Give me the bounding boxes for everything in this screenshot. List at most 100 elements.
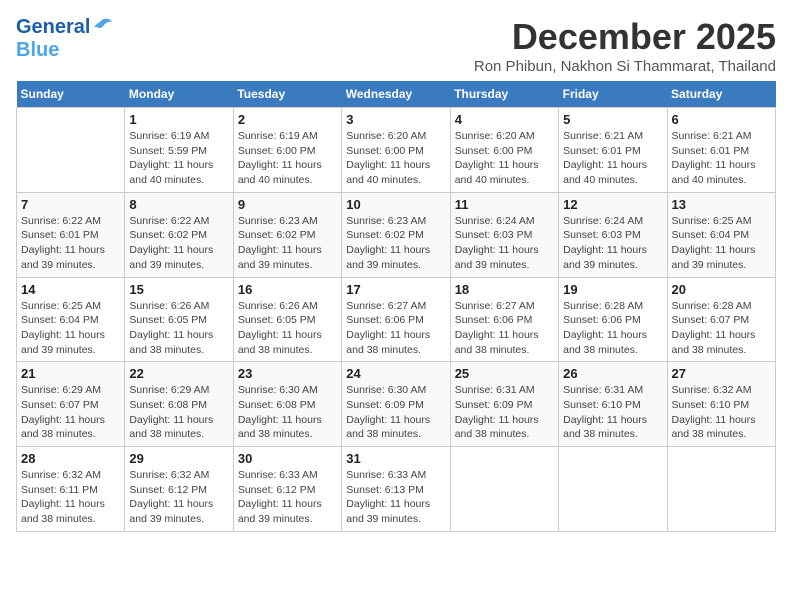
cell-sunrise: Sunrise: 6:21 AM — [563, 129, 662, 144]
table-row — [450, 447, 558, 532]
cell-sunset: Sunset: 6:01 PM — [672, 144, 771, 159]
cell-day-number: 1 — [129, 112, 228, 127]
calendar-week-row: 28 Sunrise: 6:32 AM Sunset: 6:11 PM Dayl… — [17, 447, 776, 532]
cell-daylight: Daylight: 11 hours and 39 minutes. — [238, 243, 337, 272]
cell-day-number: 5 — [563, 112, 662, 127]
calendar-week-row: 7 Sunrise: 6:22 AM Sunset: 6:01 PM Dayli… — [17, 192, 776, 277]
calendar-week-row: 1 Sunrise: 6:19 AM Sunset: 5:59 PM Dayli… — [17, 108, 776, 193]
page-wrapper: General Blue December 2025 Ron Phibun, N… — [16, 16, 776, 532]
cell-sunset: Sunset: 6:03 PM — [563, 228, 662, 243]
table-row: 30 Sunrise: 6:33 AM Sunset: 6:12 PM Dayl… — [233, 447, 341, 532]
cell-day-number: 23 — [238, 366, 337, 381]
cell-sunset: Sunset: 6:09 PM — [346, 398, 445, 413]
table-row — [17, 108, 125, 193]
cell-day-number: 19 — [563, 282, 662, 297]
cell-daylight: Daylight: 11 hours and 38 minutes. — [238, 328, 337, 357]
cell-sunset: Sunset: 6:06 PM — [346, 313, 445, 328]
cell-day-number: 9 — [238, 197, 337, 212]
cell-sunset: Sunset: 6:02 PM — [346, 228, 445, 243]
cell-day-number: 22 — [129, 366, 228, 381]
cell-sunset: Sunset: 6:08 PM — [129, 398, 228, 413]
table-row: 19 Sunrise: 6:28 AM Sunset: 6:06 PM Dayl… — [559, 277, 667, 362]
calendar-table: Sunday Monday Tuesday Wednesday Thursday… — [16, 81, 776, 532]
cell-daylight: Daylight: 11 hours and 39 minutes. — [346, 497, 445, 526]
logo-text: General Blue — [16, 16, 112, 62]
table-row: 9 Sunrise: 6:23 AM Sunset: 6:02 PM Dayli… — [233, 192, 341, 277]
cell-day-number: 7 — [21, 197, 120, 212]
cell-sunrise: Sunrise: 6:27 AM — [346, 299, 445, 314]
header-wednesday: Wednesday — [342, 81, 450, 108]
table-row: 22 Sunrise: 6:29 AM Sunset: 6:08 PM Dayl… — [125, 362, 233, 447]
cell-daylight: Daylight: 11 hours and 38 minutes. — [21, 413, 120, 442]
cell-sunrise: Sunrise: 6:19 AM — [238, 129, 337, 144]
cell-daylight: Daylight: 11 hours and 40 minutes. — [346, 158, 445, 187]
sub-title: Ron Phibun, Nakhon Si Thammarat, Thailan… — [474, 58, 776, 75]
cell-sunset: Sunset: 6:12 PM — [129, 483, 228, 498]
cell-daylight: Daylight: 11 hours and 40 minutes. — [455, 158, 554, 187]
cell-day-number: 27 — [672, 366, 771, 381]
cell-sunset: Sunset: 6:10 PM — [672, 398, 771, 413]
cell-sunset: Sunset: 6:02 PM — [238, 228, 337, 243]
cell-sunrise: Sunrise: 6:20 AM — [455, 129, 554, 144]
cell-daylight: Daylight: 11 hours and 39 minutes. — [129, 497, 228, 526]
cell-day-number: 26 — [563, 366, 662, 381]
cell-sunset: Sunset: 6:12 PM — [238, 483, 337, 498]
cell-sunrise: Sunrise: 6:29 AM — [21, 383, 120, 398]
cell-sunrise: Sunrise: 6:28 AM — [563, 299, 662, 314]
table-row: 7 Sunrise: 6:22 AM Sunset: 6:01 PM Dayli… — [17, 192, 125, 277]
title-section: December 2025 Ron Phibun, Nakhon Si Tham… — [474, 16, 776, 75]
cell-day-number: 31 — [346, 451, 445, 466]
cell-sunset: Sunset: 6:13 PM — [346, 483, 445, 498]
header-saturday: Saturday — [667, 81, 775, 108]
cell-daylight: Daylight: 11 hours and 38 minutes. — [21, 497, 120, 526]
cell-sunrise: Sunrise: 6:31 AM — [455, 383, 554, 398]
cell-day-number: 14 — [21, 282, 120, 297]
table-row: 26 Sunrise: 6:31 AM Sunset: 6:10 PM Dayl… — [559, 362, 667, 447]
cell-sunrise: Sunrise: 6:20 AM — [346, 129, 445, 144]
cell-sunrise: Sunrise: 6:25 AM — [672, 214, 771, 229]
cell-daylight: Daylight: 11 hours and 38 minutes. — [455, 413, 554, 442]
table-row: 29 Sunrise: 6:32 AM Sunset: 6:12 PM Dayl… — [125, 447, 233, 532]
cell-sunrise: Sunrise: 6:22 AM — [21, 214, 120, 229]
logo-general: General — [16, 16, 90, 39]
table-row: 6 Sunrise: 6:21 AM Sunset: 6:01 PM Dayli… — [667, 108, 775, 193]
table-row: 20 Sunrise: 6:28 AM Sunset: 6:07 PM Dayl… — [667, 277, 775, 362]
cell-daylight: Daylight: 11 hours and 39 minutes. — [238, 497, 337, 526]
cell-sunset: Sunset: 6:00 PM — [455, 144, 554, 159]
header-friday: Friday — [559, 81, 667, 108]
cell-day-number: 20 — [672, 282, 771, 297]
table-row: 27 Sunrise: 6:32 AM Sunset: 6:10 PM Dayl… — [667, 362, 775, 447]
logo: General Blue — [16, 16, 112, 62]
cell-daylight: Daylight: 11 hours and 40 minutes. — [563, 158, 662, 187]
cell-daylight: Daylight: 11 hours and 38 minutes. — [563, 413, 662, 442]
cell-sunrise: Sunrise: 6:29 AM — [129, 383, 228, 398]
table-row — [559, 447, 667, 532]
cell-daylight: Daylight: 11 hours and 40 minutes. — [129, 158, 228, 187]
table-row: 2 Sunrise: 6:19 AM Sunset: 6:00 PM Dayli… — [233, 108, 341, 193]
cell-daylight: Daylight: 11 hours and 39 minutes. — [672, 243, 771, 272]
table-row: 16 Sunrise: 6:26 AM Sunset: 6:05 PM Dayl… — [233, 277, 341, 362]
logo-blue: Blue — [16, 39, 112, 62]
cell-sunrise: Sunrise: 6:26 AM — [238, 299, 337, 314]
table-row: 5 Sunrise: 6:21 AM Sunset: 6:01 PM Dayli… — [559, 108, 667, 193]
table-row: 17 Sunrise: 6:27 AM Sunset: 6:06 PM Dayl… — [342, 277, 450, 362]
cell-daylight: Daylight: 11 hours and 40 minutes. — [238, 158, 337, 187]
cell-sunrise: Sunrise: 6:32 AM — [672, 383, 771, 398]
cell-sunrise: Sunrise: 6:33 AM — [346, 468, 445, 483]
cell-sunrise: Sunrise: 6:31 AM — [563, 383, 662, 398]
cell-day-number: 4 — [455, 112, 554, 127]
cell-day-number: 16 — [238, 282, 337, 297]
table-row: 21 Sunrise: 6:29 AM Sunset: 6:07 PM Dayl… — [17, 362, 125, 447]
table-row: 13 Sunrise: 6:25 AM Sunset: 6:04 PM Dayl… — [667, 192, 775, 277]
cell-sunrise: Sunrise: 6:23 AM — [238, 214, 337, 229]
cell-daylight: Daylight: 11 hours and 38 minutes. — [346, 328, 445, 357]
cell-day-number: 30 — [238, 451, 337, 466]
cell-day-number: 3 — [346, 112, 445, 127]
cell-day-number: 29 — [129, 451, 228, 466]
cell-day-number: 11 — [455, 197, 554, 212]
cell-day-number: 13 — [672, 197, 771, 212]
cell-daylight: Daylight: 11 hours and 40 minutes. — [672, 158, 771, 187]
header-monday: Monday — [125, 81, 233, 108]
table-row: 4 Sunrise: 6:20 AM Sunset: 6:00 PM Dayli… — [450, 108, 558, 193]
cell-day-number: 17 — [346, 282, 445, 297]
